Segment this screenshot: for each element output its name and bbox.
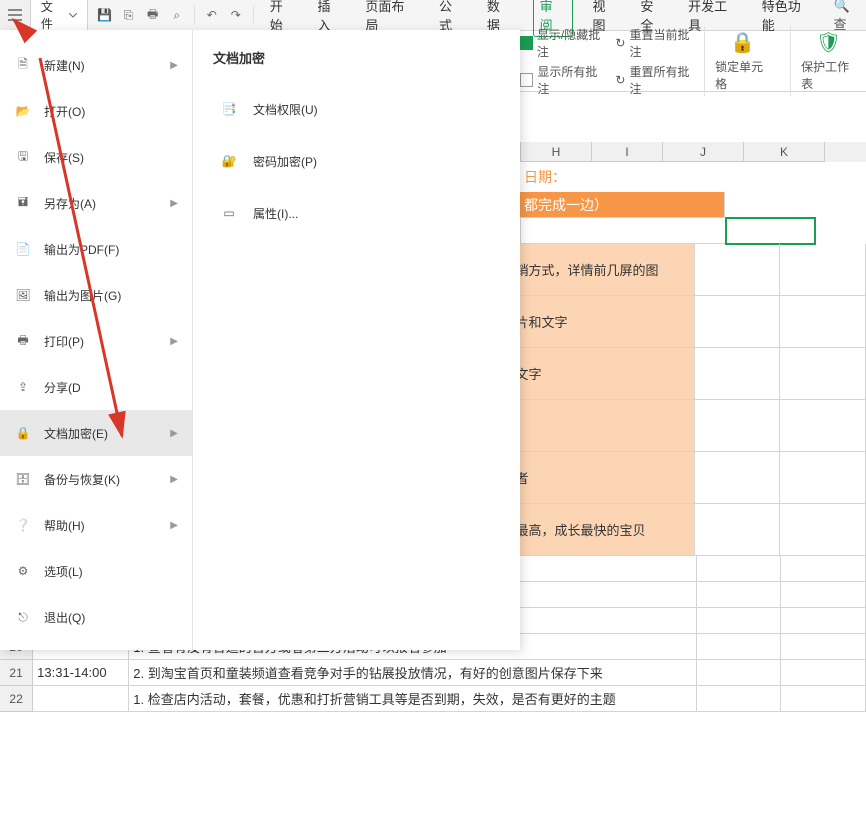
- chevron-right-icon: ▶: [170, 336, 178, 347]
- cell-text[interactable]: 2. 到淘宝首页和童装频道查看竞争对手的钻展投放情况，有好的创意图片保存下来: [129, 660, 696, 686]
- cell-text[interactable]: 促销方式，详情前几屏的图: [497, 244, 695, 296]
- chevron-down-icon: [69, 13, 77, 18]
- file-submenu-panel: 文档加密 📑文档权限(U)🔐密码加密(P)▭属性(I)...: [193, 30, 520, 650]
- print-icon[interactable]: 🖶: [144, 6, 162, 24]
- share-icon: ⇪: [14, 378, 32, 396]
- print-icon: 🖶: [14, 332, 32, 350]
- cell-text[interactable]: 争者: [497, 452, 695, 504]
- output-icon[interactable]: ⎘: [120, 6, 138, 24]
- exit-icon: ⎋: [14, 608, 32, 626]
- orange-header-text: 都完成一边）: [520, 192, 725, 218]
- file-menu-item-5[interactable]: 🖼输出为图片(G): [0, 272, 192, 318]
- save-icon[interactable]: 💾: [96, 6, 114, 24]
- gear-icon: ⚙: [14, 562, 32, 580]
- reset-current-comment[interactable]: ↻ 重置当前批注: [615, 26, 694, 60]
- redo-icon[interactable]: ↷: [227, 6, 245, 24]
- hamburger-icon[interactable]: [0, 0, 31, 30]
- chevron-right-icon: ▶: [170, 198, 178, 209]
- save-as-icon: 🖬: [14, 194, 32, 212]
- table-row: 2113:31-14:002. 到淘宝首页和童装频道查看竞争对手的钻展投放情况，…: [0, 660, 866, 686]
- file-menu-item-4[interactable]: 📄输出为PDF(F): [0, 226, 192, 272]
- submenu-title: 文档加密: [213, 48, 500, 67]
- row-number[interactable]: 22: [0, 686, 33, 712]
- file-menu-item-9[interactable]: 🗄备份与恢复(K)▶: [0, 456, 192, 502]
- lock-icon: 🔒: [730, 30, 755, 55]
- file-menu-item-3[interactable]: 🖬另存为(A)▶: [0, 180, 192, 226]
- file-menu-list: 🗎新建(N)▶📂打开(O)🖫保存(S)🖬另存为(A)▶📄输出为PDF(F)🖼输出…: [0, 30, 193, 650]
- lock-icon: 🔒: [14, 424, 32, 442]
- props-icon: ▭: [219, 203, 239, 223]
- col-header-J[interactable]: J: [663, 142, 744, 162]
- file-menu-item-2[interactable]: 🖫保存(S): [0, 134, 192, 180]
- col-header-K[interactable]: K: [744, 142, 825, 162]
- file-menu-item-12[interactable]: ⎋退出(Q): [0, 594, 192, 640]
- protect-sheet-button[interactable]: 🛡 保护工作表: [790, 26, 866, 96]
- cell-text[interactable]: 图片和文字: [497, 296, 695, 348]
- shield-icon: 🛡: [816, 30, 841, 55]
- chevron-right-icon: ▶: [170, 428, 178, 439]
- toggle-show-hide-comments[interactable]: 显示/隐藏批注: [520, 26, 605, 60]
- folder-open-icon: 📂: [14, 102, 32, 120]
- cell-text[interactable]: 和文字: [497, 348, 695, 400]
- file-menu-item-6[interactable]: 🖶打印(P)▶: [0, 318, 192, 364]
- lock-cell-button[interactable]: 🔒 锁定单元格: [704, 26, 780, 96]
- row-number[interactable]: 21: [0, 660, 33, 686]
- cell-time[interactable]: [33, 686, 129, 712]
- file-menu-item-11[interactable]: ⚙选项(L): [0, 548, 192, 594]
- submenu-item-1[interactable]: 🔐密码加密(P): [213, 135, 500, 187]
- submenu-item-2[interactable]: ▭属性(I)...: [213, 187, 500, 239]
- checkbox-icon: [520, 73, 533, 87]
- file-menu-item-1[interactable]: 📂打开(O): [0, 88, 192, 134]
- cell-text[interactable]: 1. 检查店内活动，套餐，优惠和打折营销工具等是否到期，失效，是否有更好的主题: [129, 686, 696, 712]
- preview-icon[interactable]: ⌕: [168, 6, 186, 24]
- quick-access-toolbar: 💾 ⎘ 🖶 ⌕: [88, 6, 195, 24]
- selected-cell-J[interactable]: [726, 218, 815, 244]
- file-menu-item-0[interactable]: 🗎新建(N)▶: [0, 42, 192, 88]
- table-row: 22 1. 检查店内活动，套餐，优惠和打折营销工具等是否到期，失效，是否有更好的主…: [0, 686, 866, 712]
- pdf-icon: 📄: [14, 240, 32, 258]
- file-menu-item-8[interactable]: 🔒文档加密(E)▶: [0, 410, 192, 456]
- doc-perm-icon: 📑: [219, 99, 239, 119]
- save-icon: 🖫: [14, 148, 32, 166]
- file-new-icon: 🗎: [14, 56, 32, 74]
- help-icon: ❔: [14, 516, 32, 534]
- file-menu-item-7[interactable]: ⇪分享(D: [0, 364, 192, 410]
- submenu-item-0[interactable]: 📑文档权限(U): [213, 83, 500, 135]
- cell-text[interactable]: [497, 400, 695, 452]
- image-icon: 🖼: [14, 286, 32, 304]
- undo-redo-group: ↶ ↷: [195, 6, 254, 24]
- file-menu-button[interactable]: 文件: [31, 0, 88, 30]
- undo-icon[interactable]: ↶: [203, 6, 221, 24]
- backup-icon: 🗄: [14, 470, 32, 488]
- file-menu-label: 文件: [41, 0, 65, 32]
- date-label: 日期：: [520, 162, 724, 192]
- chevron-right-icon: ▶: [170, 520, 178, 531]
- checkbox-icon: [520, 36, 533, 50]
- file-menu-panel: 🗎新建(N)▶📂打开(O)🖫保存(S)🖬另存为(A)▶📄输出为PDF(F)🖼输出…: [0, 30, 520, 650]
- col-header-H[interactable]: H: [521, 142, 592, 162]
- chevron-right-icon: ▶: [170, 60, 178, 71]
- file-menu-item-10[interactable]: ❔帮助(H)▶: [0, 502, 192, 548]
- chevron-right-icon: ▶: [170, 474, 178, 485]
- password-icon: 🔐: [219, 151, 239, 171]
- cell-time[interactable]: 13:31-14:00: [33, 660, 129, 686]
- cell-text[interactable]: 量最高，成长最快的宝贝: [497, 504, 695, 556]
- col-header-I[interactable]: I: [592, 142, 663, 162]
